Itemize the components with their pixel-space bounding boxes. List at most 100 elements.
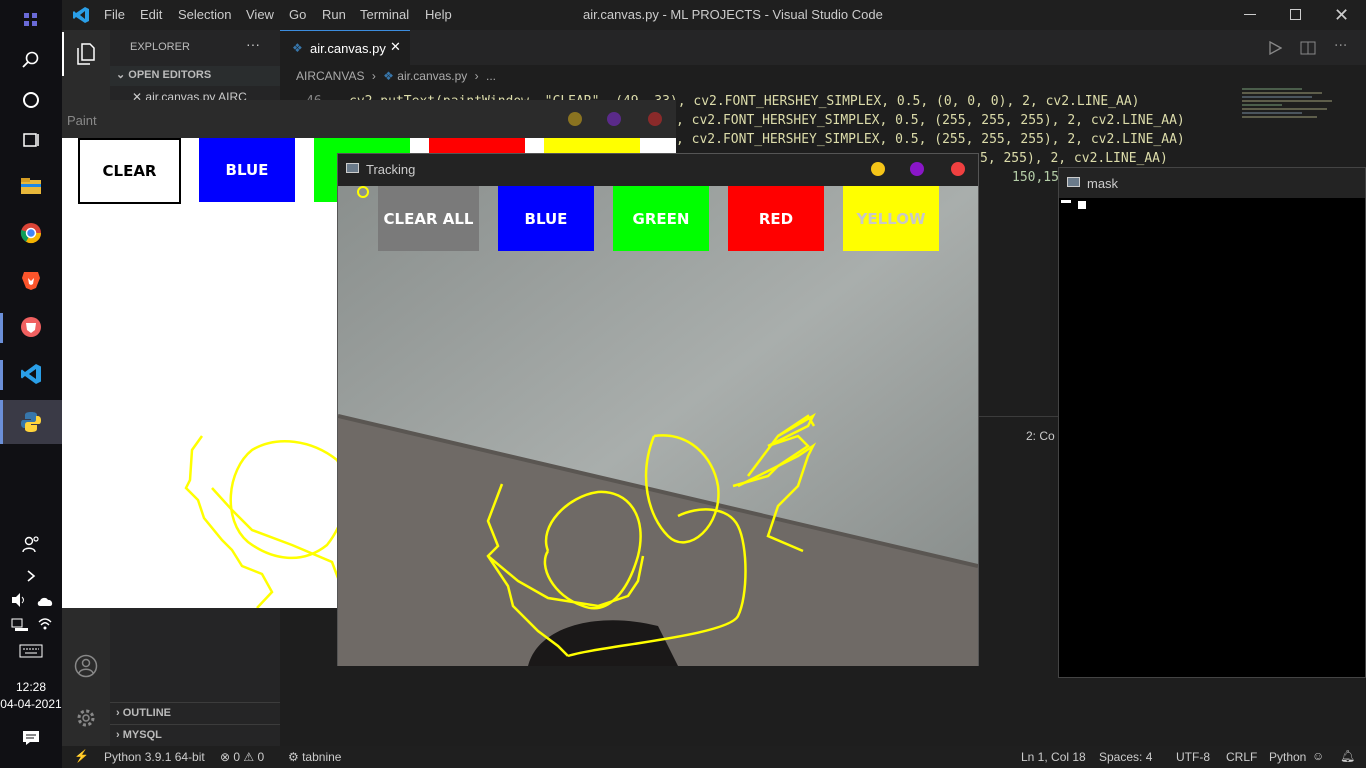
- tracking-window[interactable]: Tracking CLEAR ALL BLUE GREEN RED YELLOW: [337, 153, 979, 666]
- minimize-dot-icon[interactable]: [871, 162, 885, 176]
- close-icon[interactable]: ✕: [1334, 5, 1349, 26]
- window-title: air.canvas.py - ML PROJECTS - Visual Stu…: [583, 7, 883, 22]
- status-bar: ⚡ Python 3.9.1 64-bit ⊗ 0 ⚠ 0 ⚙ tabnine …: [62, 746, 1366, 768]
- breadcrumb-folder[interactable]: AIRCANVAS: [296, 69, 364, 83]
- clock-time[interactable]: 12:28: [0, 680, 62, 694]
- menu-file[interactable]: File: [104, 7, 125, 22]
- clear-all-label: CLEAR ALL: [383, 209, 474, 228]
- language-mode[interactable]: Python: [1269, 750, 1306, 764]
- mask-blob: [1061, 200, 1071, 203]
- open-editors-label: OPEN EDITORS: [128, 69, 212, 81]
- menu-run[interactable]: Run: [322, 7, 346, 22]
- clock-date[interactable]: 04-04-2021: [0, 697, 62, 711]
- yellow-button[interactable]: YELLOW: [843, 186, 939, 251]
- explorer-icon[interactable]: [74, 42, 98, 70]
- mask-titlebar[interactable]: mask: [1059, 168, 1365, 198]
- clear-all-button[interactable]: CLEAR ALL: [378, 186, 479, 251]
- brave-beta-icon[interactable]: [17, 313, 45, 341]
- notifications-bell-icon[interactable]: 🔔︎: [1340, 749, 1355, 763]
- tracking-title: Tracking: [366, 162, 416, 177]
- code-line-2[interactable]: , cv2.FONT_HERSHEY_SIMPLEX, 0.5, (255, 2…: [676, 113, 1185, 128]
- line-ending[interactable]: CRLF: [1226, 750, 1257, 764]
- volume-icon[interactable]: [10, 592, 28, 612]
- outline-section[interactable]: › OUTLINE: [116, 707, 171, 719]
- open-editors-header[interactable]: ⌄ OPEN EDITORS: [116, 68, 211, 81]
- show-hidden-icons-chevron-icon[interactable]: [17, 562, 45, 590]
- mysql-label: MYSQL: [122, 729, 162, 741]
- touch-keyboard-icon[interactable]: [19, 643, 43, 662]
- maximize-dot-icon[interactable]: [910, 162, 924, 176]
- green-button[interactable]: GREEN: [613, 186, 709, 251]
- tab-air-canvas[interactable]: ❖ air.canvas.py ✕: [280, 30, 410, 65]
- chevron-right-icon: ›: [116, 729, 123, 741]
- search-icon[interactable]: [17, 46, 45, 74]
- notification-center-icon[interactable]: [22, 730, 40, 750]
- maximize-icon[interactable]: [1290, 9, 1301, 20]
- tabnine-indicator[interactable]: ⚙ tabnine: [288, 750, 341, 764]
- breadcrumb[interactable]: AIRCANVAS › ❖ air.canvas.py › ...: [296, 69, 496, 83]
- explorer-label: EXPLORER: [130, 41, 190, 53]
- people-icon[interactable]: [17, 530, 45, 558]
- outline-label: OUTLINE: [122, 707, 172, 719]
- menu-go[interactable]: Go: [289, 7, 306, 22]
- yellow-label: YELLOW: [856, 209, 926, 228]
- chrome-icon[interactable]: [17, 219, 45, 247]
- blue-button[interactable]: BLUE: [498, 186, 594, 251]
- vscode-icon[interactable]: [17, 360, 45, 388]
- more-actions-icon[interactable]: ···: [246, 36, 260, 52]
- mysql-section[interactable]: › MYSQL: [116, 729, 162, 741]
- window-app-icon: [1067, 177, 1080, 187]
- indentation[interactable]: Spaces: 4: [1099, 750, 1152, 764]
- editor-tabs: ❖ air.canvas.py ✕ ···: [280, 30, 1366, 65]
- onedrive-icon[interactable]: [36, 593, 54, 612]
- panel-dropdown[interactable]: 2: Co: [1026, 429, 1055, 443]
- keyboard-language-icon[interactable]: [11, 617, 29, 636]
- chevron-down-icon: ⌄: [116, 69, 129, 81]
- close-dot-icon[interactable]: [951, 162, 965, 176]
- code-line-4[interactable]: 5, 255), 2, cv2.LINE_AA): [980, 151, 1168, 166]
- python-icon[interactable]: [17, 408, 45, 436]
- menu-selection[interactable]: Selection: [178, 7, 231, 22]
- minimize-icon[interactable]: [1244, 14, 1256, 15]
- start-menu-icon[interactable]: [17, 6, 45, 34]
- run-icon[interactable]: [1268, 40, 1283, 59]
- cortana-icon[interactable]: [17, 86, 45, 114]
- split-icon[interactable]: [1300, 40, 1316, 59]
- account-icon[interactable]: [74, 654, 98, 682]
- remote-icon[interactable]: ⚡: [74, 749, 89, 763]
- breadcrumb-more[interactable]: ...: [486, 69, 496, 83]
- terminal-panel[interactable]: 2: Co: [978, 416, 1058, 746]
- wifi-icon[interactable]: [37, 616, 53, 636]
- minimap[interactable]: [1238, 86, 1352, 176]
- vscode-logo-icon: [72, 6, 90, 27]
- problems-indicator[interactable]: ⊗ 0 ⚠ 0: [220, 750, 264, 764]
- windows-taskbar: 12:28 04-04-2021: [0, 0, 62, 768]
- blue-label: BLUE: [524, 209, 568, 228]
- folder-icon[interactable]: [17, 172, 45, 200]
- gear-icon[interactable]: [74, 706, 98, 734]
- cursor-position[interactable]: Ln 1, Col 18: [1021, 750, 1086, 764]
- mask-title: mask: [1087, 176, 1119, 191]
- red-button[interactable]: RED: [728, 186, 824, 251]
- breadcrumb-file[interactable]: air.canvas.py: [397, 69, 467, 83]
- close-icon[interactable]: ✕: [390, 40, 401, 55]
- menu-terminal[interactable]: Terminal: [360, 7, 409, 22]
- menu-help[interactable]: Help: [425, 7, 452, 22]
- menu-view[interactable]: View: [246, 7, 274, 22]
- feedback-icon[interactable]: ☺: [1312, 749, 1324, 763]
- more-actions-icon[interactable]: ···: [1334, 38, 1347, 54]
- menu-edit[interactable]: Edit: [140, 7, 162, 22]
- webcam-feed: [338, 186, 978, 666]
- code-line-3[interactable]: , cv2.FONT_HERSHEY_SIMPLEX, 0.5, (255, 2…: [676, 132, 1185, 147]
- tracking-titlebar[interactable]: Tracking: [338, 154, 978, 186]
- mask-blob: [1078, 201, 1086, 209]
- tab-label: air.canvas.py: [310, 41, 386, 56]
- brave-icon[interactable]: [17, 266, 45, 294]
- encoding[interactable]: UTF-8: [1176, 750, 1210, 764]
- python-file-icon: ❖: [292, 41, 303, 55]
- python-interpreter[interactable]: Python 3.9.1 64-bit: [104, 750, 205, 764]
- chevron-right-icon: ›: [116, 707, 123, 719]
- task-view-icon[interactable]: [17, 126, 45, 154]
- tabnine-label: tabnine: [302, 750, 342, 764]
- mask-window[interactable]: mask: [1058, 167, 1366, 678]
